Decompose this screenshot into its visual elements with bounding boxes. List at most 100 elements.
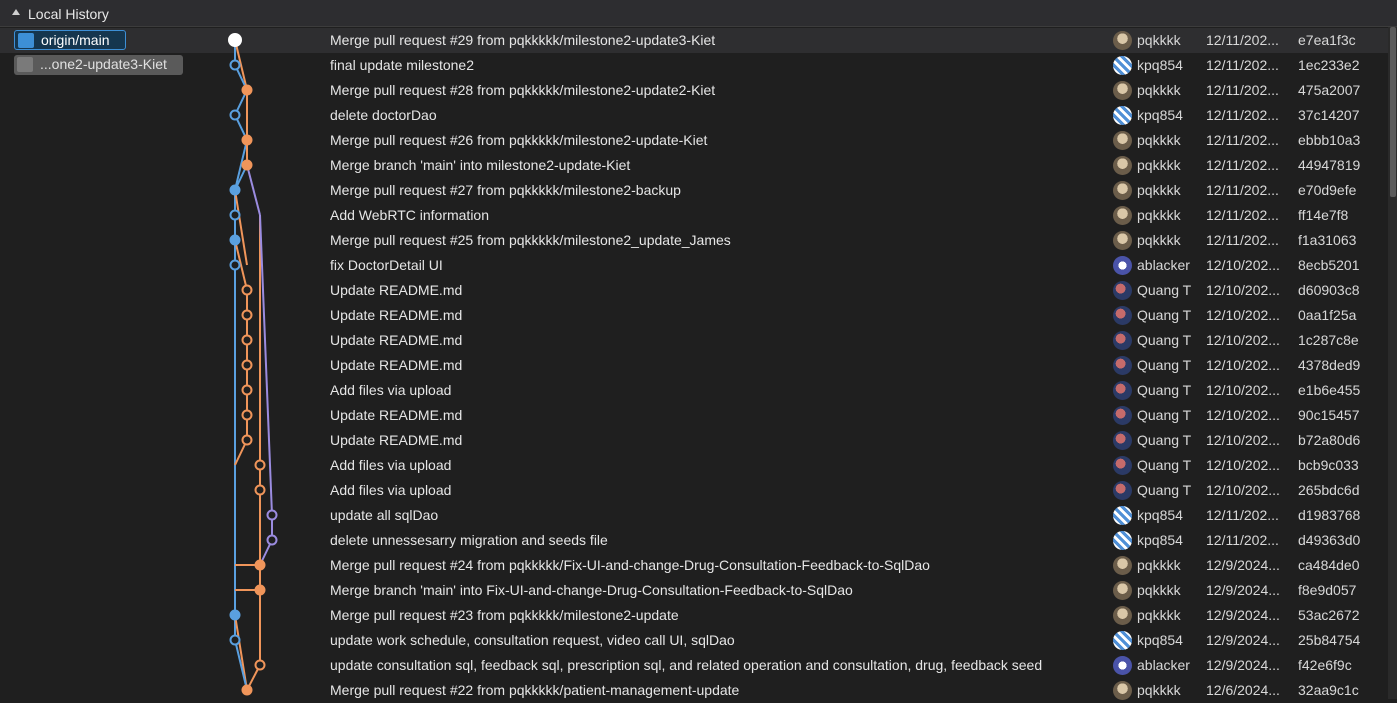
commit-message: Merge pull request #27 from pqkkkkk/mile… (330, 182, 681, 198)
avatar (1113, 81, 1132, 100)
commit-date: 12/10/202... (1206, 432, 1280, 448)
commit-node[interactable] (254, 584, 266, 596)
commit-message: Update README.md (330, 432, 463, 448)
commit-date: 12/11/202... (1206, 82, 1279, 98)
commit-author: pqkkkk (1113, 180, 1203, 202)
commit-message: Update README.md (330, 282, 463, 298)
commit-sha: d60903c8 (1298, 282, 1360, 298)
commit-node[interactable] (229, 634, 241, 646)
avatar (1113, 181, 1132, 200)
author-name: Quang T (1137, 382, 1192, 398)
scrollbar-thumb[interactable] (1390, 27, 1396, 197)
avatar (1113, 531, 1132, 550)
commit-author: Quang T (1113, 480, 1203, 502)
commit-node[interactable] (229, 209, 241, 221)
commit-node[interactable] (241, 334, 253, 346)
commit-node[interactable] (241, 359, 253, 371)
author-name: kpq854 (1137, 632, 1183, 648)
commit-date: 12/11/202... (1206, 182, 1279, 198)
author-name: Quang T (1137, 457, 1192, 473)
commit-sha: 53ac2672 (1298, 607, 1360, 623)
avatar (1113, 331, 1132, 350)
avatar (1113, 156, 1132, 175)
commit-sha: 1c287c8e (1298, 332, 1359, 348)
commit-node[interactable] (229, 234, 241, 246)
commit-author: Quang T (1113, 430, 1203, 452)
avatar (1113, 231, 1132, 250)
commit-sha: e7ea1f3c (1298, 32, 1356, 48)
avatar (1113, 431, 1132, 450)
author-name: pqkkkk (1137, 682, 1181, 698)
commit-node[interactable] (254, 484, 266, 496)
avatar (1113, 656, 1132, 675)
commit-node[interactable] (241, 284, 253, 296)
author-name: kpq854 (1137, 107, 1183, 123)
commit-sha: d49363d0 (1298, 532, 1361, 548)
commit-message: Merge pull request #24 from pqkkkkk/Fix-… (330, 557, 930, 573)
branch-badge-milestone2-update3-kiet[interactable]: ...one2-update3-Kiet (14, 55, 183, 75)
branch-badge-origin-main[interactable]: origin/main (14, 30, 126, 50)
commit-node[interactable] (241, 384, 253, 396)
avatar (1113, 31, 1132, 50)
commit-sha: 265bdc6d (1298, 482, 1360, 498)
commit-node[interactable] (229, 609, 241, 621)
branch-badge-label: ...one2-update3-Kiet (40, 56, 167, 72)
avatar (1113, 581, 1132, 600)
commit-node[interactable] (254, 459, 266, 471)
commit-author: Quang T (1113, 455, 1203, 477)
commit-author: kpq854 (1113, 55, 1203, 77)
commit-node[interactable] (241, 434, 253, 446)
avatar (1113, 106, 1132, 125)
commit-node[interactable] (254, 559, 266, 571)
author-name: Quang T (1137, 282, 1192, 298)
avatar (1113, 406, 1132, 425)
commit-node[interactable] (266, 534, 278, 546)
commit-author: pqkkkk (1113, 130, 1203, 152)
commit-date: 12/10/202... (1206, 332, 1280, 348)
commit-node[interactable] (241, 309, 253, 321)
commit-sha: 4378ded9 (1298, 357, 1361, 373)
commit-message: Update README.md (330, 332, 463, 348)
commit-date: 12/10/202... (1206, 307, 1280, 323)
commit-sha: 90c15457 (1298, 407, 1360, 423)
commit-sha: 475a2007 (1298, 82, 1361, 98)
commit-date: 12/11/202... (1206, 57, 1279, 73)
commit-date: 12/6/2024... (1206, 682, 1280, 698)
commit-node[interactable] (229, 109, 241, 121)
commit-node[interactable] (229, 184, 241, 196)
commit-sha: bcb9c033 (1298, 457, 1359, 473)
vertical-scrollbar[interactable] (1388, 27, 1397, 699)
commit-node[interactable] (229, 259, 241, 271)
author-name: Quang T (1137, 432, 1192, 448)
commit-sha: ff14e7f8 (1298, 207, 1349, 223)
commit-sha: e70d9efe (1298, 182, 1357, 198)
commit-date: 12/10/202... (1206, 482, 1280, 498)
commit-node[interactable] (229, 59, 241, 71)
commit-sha: 44947819 (1298, 157, 1361, 173)
commit-author: pqkkkk (1113, 30, 1203, 52)
commit-author: pqkkkk (1113, 230, 1203, 252)
commit-message: fix DoctorDetail UI (330, 257, 443, 273)
commit-message: Merge pull request #23 from pqkkkkk/mile… (330, 607, 679, 623)
commit-node[interactable] (254, 659, 266, 671)
commit-node[interactable] (241, 159, 253, 171)
commit-message: final update milestone2 (330, 57, 474, 73)
commit-node[interactable] (241, 134, 253, 146)
collapse-triangle-icon[interactable] (12, 9, 20, 15)
commit-node[interactable] (266, 509, 278, 521)
commit-node[interactable] (241, 409, 253, 421)
local-history-header[interactable]: Local History (0, 0, 1397, 27)
author-name: pqkkkk (1137, 607, 1181, 623)
commit-node[interactable] (241, 84, 253, 96)
commit-node[interactable] (228, 33, 242, 47)
commit-message: Merge branch 'main' into milestone2-upda… (330, 157, 631, 173)
commit-date: 12/10/202... (1206, 257, 1280, 273)
commit-sha: 37c14207 (1298, 107, 1360, 123)
commit-author: ablacker (1113, 655, 1203, 677)
commit-date: 12/10/202... (1206, 457, 1280, 473)
avatar (1113, 281, 1132, 300)
commit-author: kpq854 (1113, 630, 1203, 652)
commit-node[interactable] (241, 684, 253, 696)
commit-message: Merge pull request #26 from pqkkkkk/mile… (330, 132, 708, 148)
commit-date: 12/11/202... (1206, 132, 1279, 148)
